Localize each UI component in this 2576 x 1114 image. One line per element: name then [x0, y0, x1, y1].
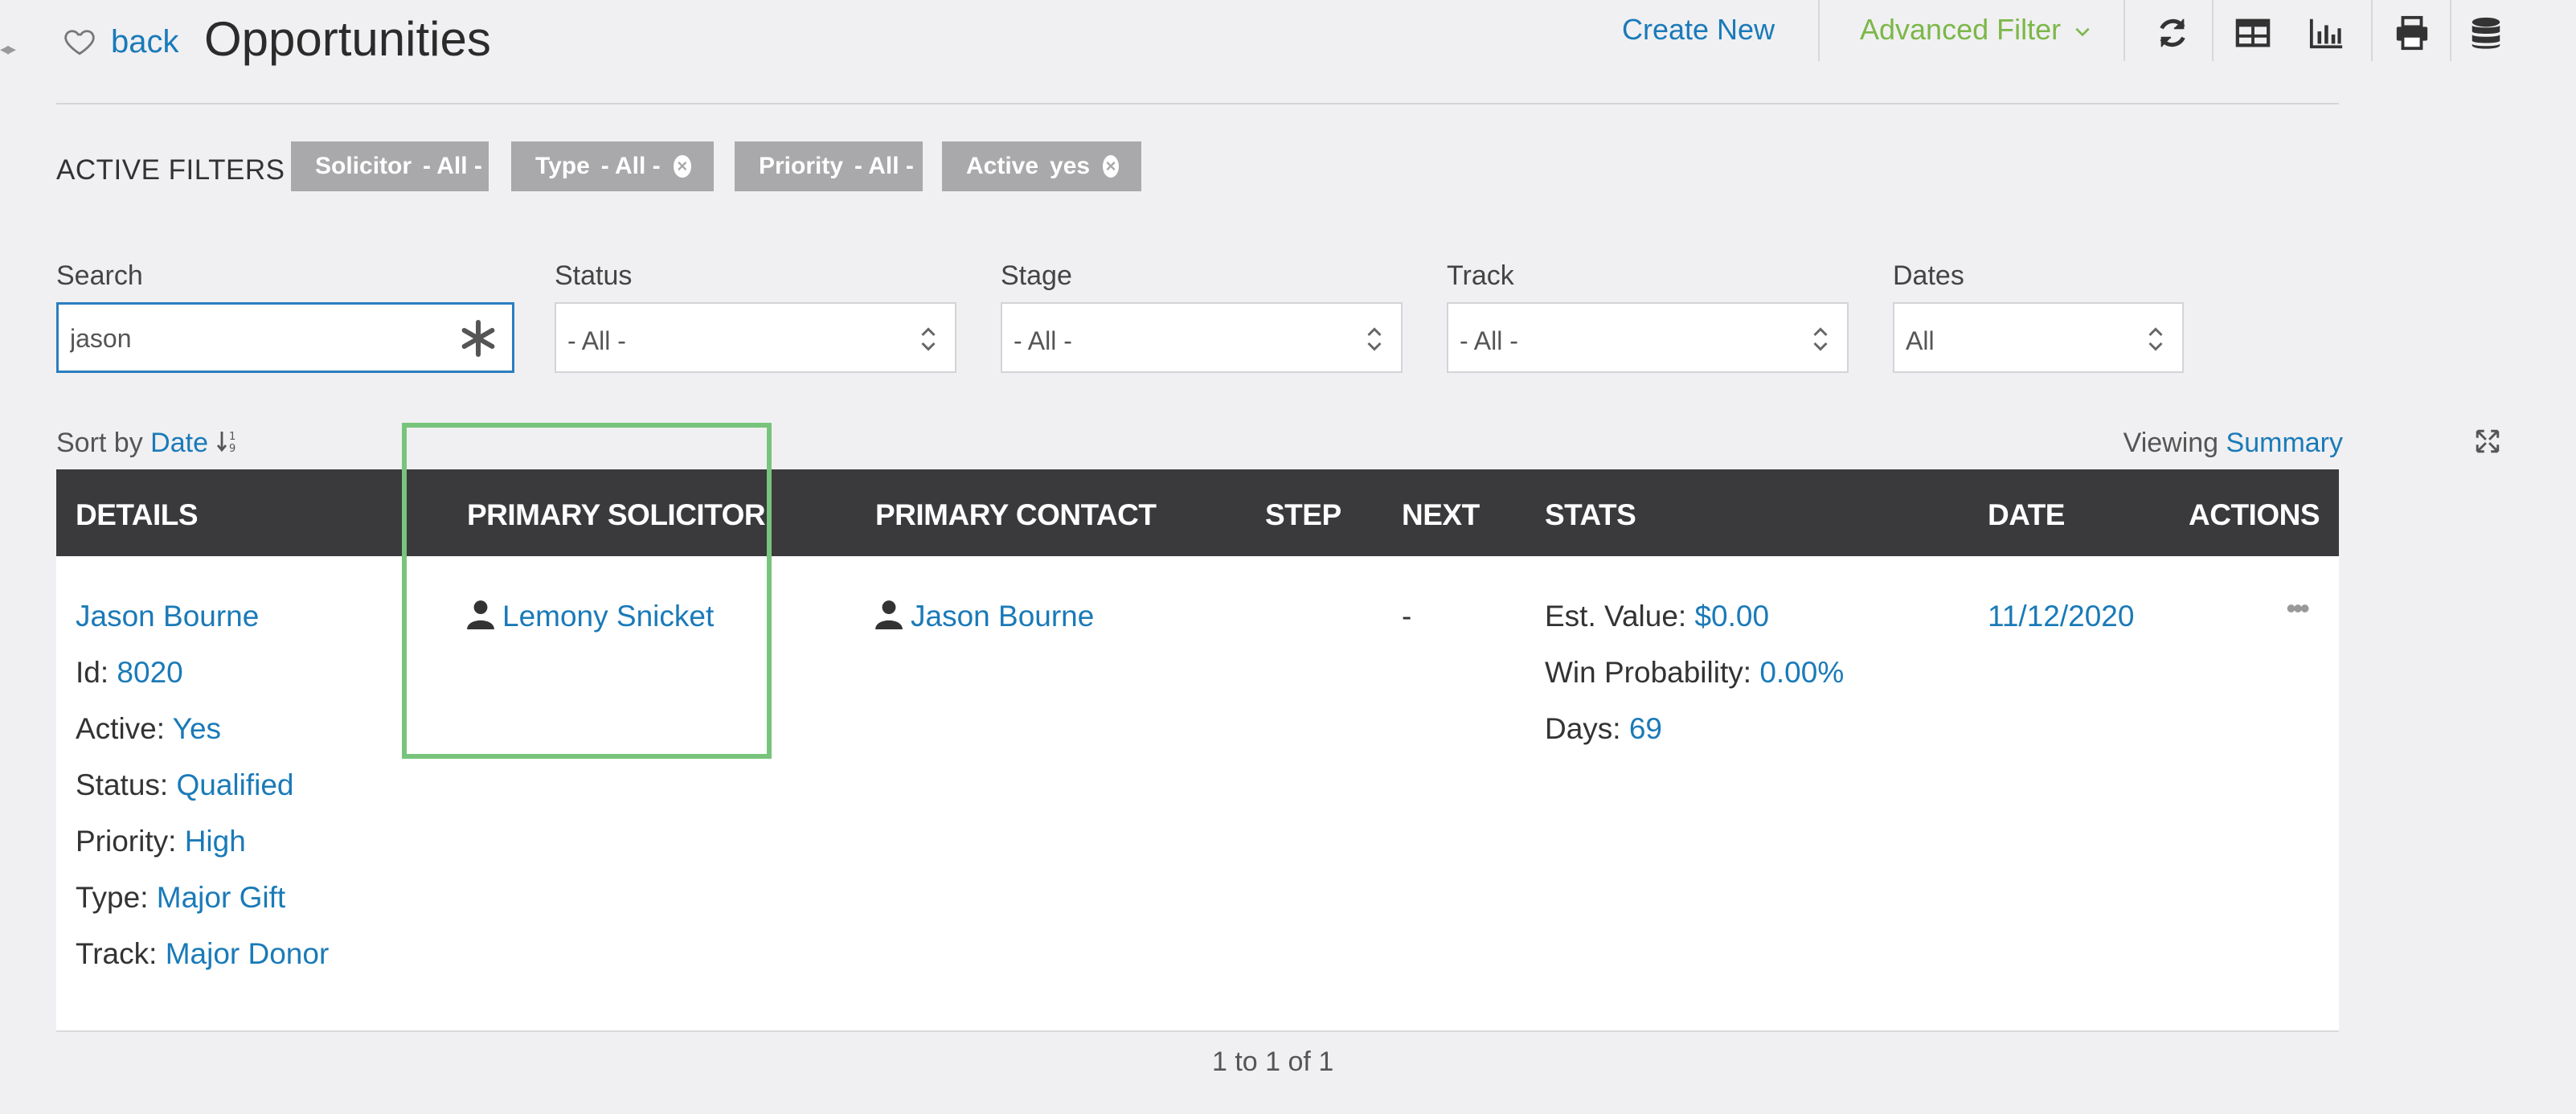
sort-field-link[interactable]: Date	[150, 428, 208, 458]
asterisk-icon[interactable]	[459, 319, 498, 358]
search-input[interactable]	[68, 319, 441, 358]
svg-text:1: 1	[229, 431, 235, 443]
viewing-control: Viewing Summary	[2123, 428, 2343, 459]
filter-chip-active[interactable]: Active yes ×	[942, 141, 1141, 191]
back-link[interactable]: back	[111, 24, 179, 60]
create-new-button[interactable]: Create New	[1622, 13, 1775, 47]
pagination-status: 1 to 1 of 1	[1212, 1046, 1334, 1077]
primary-contact-cell: Jason Bourne	[875, 588, 1094, 645]
table-header: DETAILS PRIMARY SOLICITOR PRIMARY CONTAC…	[56, 469, 2339, 556]
date-link[interactable]: 11/12/2020	[1988, 600, 2134, 633]
active-value: Yes	[172, 712, 222, 745]
filter-chip-solicitor[interactable]: Solicitor - All -	[291, 141, 489, 191]
heart-icon[interactable]	[63, 24, 96, 58]
page-title: Opportunities	[204, 12, 491, 66]
toolbar-divider	[2371, 0, 2373, 61]
est-value: $0.00	[1694, 600, 1770, 633]
column-header-step[interactable]: STEP	[1265, 498, 1341, 532]
refresh-icon[interactable]	[2154, 14, 2191, 51]
column-header-stats[interactable]: STATS	[1545, 498, 1636, 532]
toolbar-divider	[2450, 0, 2451, 61]
status-value: Qualified	[176, 768, 294, 801]
toolbar-divider	[2123, 0, 2125, 61]
status-select-value: - All -	[567, 326, 626, 355]
track-select[interactable]: - All -	[1447, 302, 1849, 373]
database-icon[interactable]	[2467, 14, 2504, 51]
sort-direction-icon[interactable]: 1 9	[215, 428, 241, 455]
chart-icon[interactable]	[2308, 14, 2345, 51]
advanced-filter-label: Advanced Filter	[1860, 13, 2062, 46]
dates-select[interactable]: All	[1893, 302, 2184, 373]
sort-control: Sort by Date 1 9	[56, 428, 241, 459]
select-arrows-icon	[1813, 327, 1828, 351]
person-icon	[875, 600, 903, 629]
status-select[interactable]: - All -	[555, 302, 956, 373]
date-cell: 11/12/2020	[1988, 588, 2134, 645]
dates-select-value: All	[1906, 326, 1935, 355]
track-label: Track	[1447, 260, 1514, 291]
nav-arrows-icon[interactable]: ◂▸	[0, 39, 16, 59]
advanced-filter-button[interactable]: Advanced Filter	[1860, 13, 2091, 47]
toolbar-divider	[2212, 0, 2214, 61]
viewing-mode-link[interactable]: Summary	[2226, 428, 2343, 458]
primary-contact-link[interactable]: Jason Bourne	[911, 600, 1094, 633]
stage-select[interactable]: - All -	[1001, 302, 1403, 373]
track-select-value: - All -	[1460, 326, 1518, 355]
search-field[interactable]	[56, 302, 514, 373]
column-header-date[interactable]: DATE	[1988, 498, 2065, 532]
stage-label: Stage	[1001, 260, 1072, 291]
highlight-box	[402, 423, 772, 759]
viewing-label: Viewing	[2123, 428, 2219, 458]
id-value: 8020	[117, 656, 183, 689]
stage-select-value: - All -	[1014, 326, 1072, 355]
table-view-icon[interactable]	[2234, 14, 2271, 51]
opportunity-name-link[interactable]: Jason Bourne	[76, 600, 259, 633]
select-arrows-icon	[2148, 327, 2163, 351]
column-header-actions: ACTIONS	[2189, 498, 2320, 531]
column-header-primary-contact[interactable]: PRIMARY CONTACT	[875, 498, 1157, 532]
print-icon[interactable]	[2394, 14, 2431, 51]
chevron-down-icon	[2075, 28, 2090, 37]
toolbar-divider	[1818, 0, 1820, 61]
more-actions-icon[interactable]: •••	[2286, 580, 2310, 637]
expand-icon[interactable]	[2474, 428, 2501, 455]
details-cell: Jason Bourne Id: 8020 Active: Yes Status…	[76, 600, 330, 970]
column-header-next[interactable]: NEXT	[1402, 498, 1480, 532]
dates-label: Dates	[1893, 260, 1964, 291]
filter-chip-type[interactable]: Type - All - ×	[511, 141, 714, 191]
search-label: Search	[56, 260, 143, 291]
type-value: Major Gift	[156, 881, 286, 914]
column-header-details[interactable]: DETAILS	[76, 498, 199, 532]
next-cell: -	[1402, 600, 1412, 633]
remove-filter-icon[interactable]: ×	[1103, 155, 1119, 178]
remove-filter-icon[interactable]: ×	[673, 155, 691, 178]
header-divider	[56, 103, 2339, 104]
days-value: 69	[1628, 712, 1663, 745]
stats-cell: Est. Value: $0.00 Win Probability: 0.00%…	[1545, 600, 1845, 745]
svg-text:9: 9	[229, 443, 235, 455]
filter-chip-priority[interactable]: Priority - All -	[735, 141, 923, 191]
priority-value: High	[184, 825, 246, 858]
track-value: Major Donor	[165, 937, 330, 970]
sort-label: Sort by	[56, 428, 143, 458]
select-arrows-icon	[1367, 327, 1382, 351]
active-filters-label: ACTIVE FILTERS	[56, 154, 285, 186]
win-probability-value: 0.00%	[1759, 656, 1845, 689]
select-arrows-icon	[921, 327, 936, 351]
table-row: Jason Bourne Id: 8020 Active: Yes Status…	[56, 556, 2339, 1032]
status-label: Status	[555, 260, 633, 291]
